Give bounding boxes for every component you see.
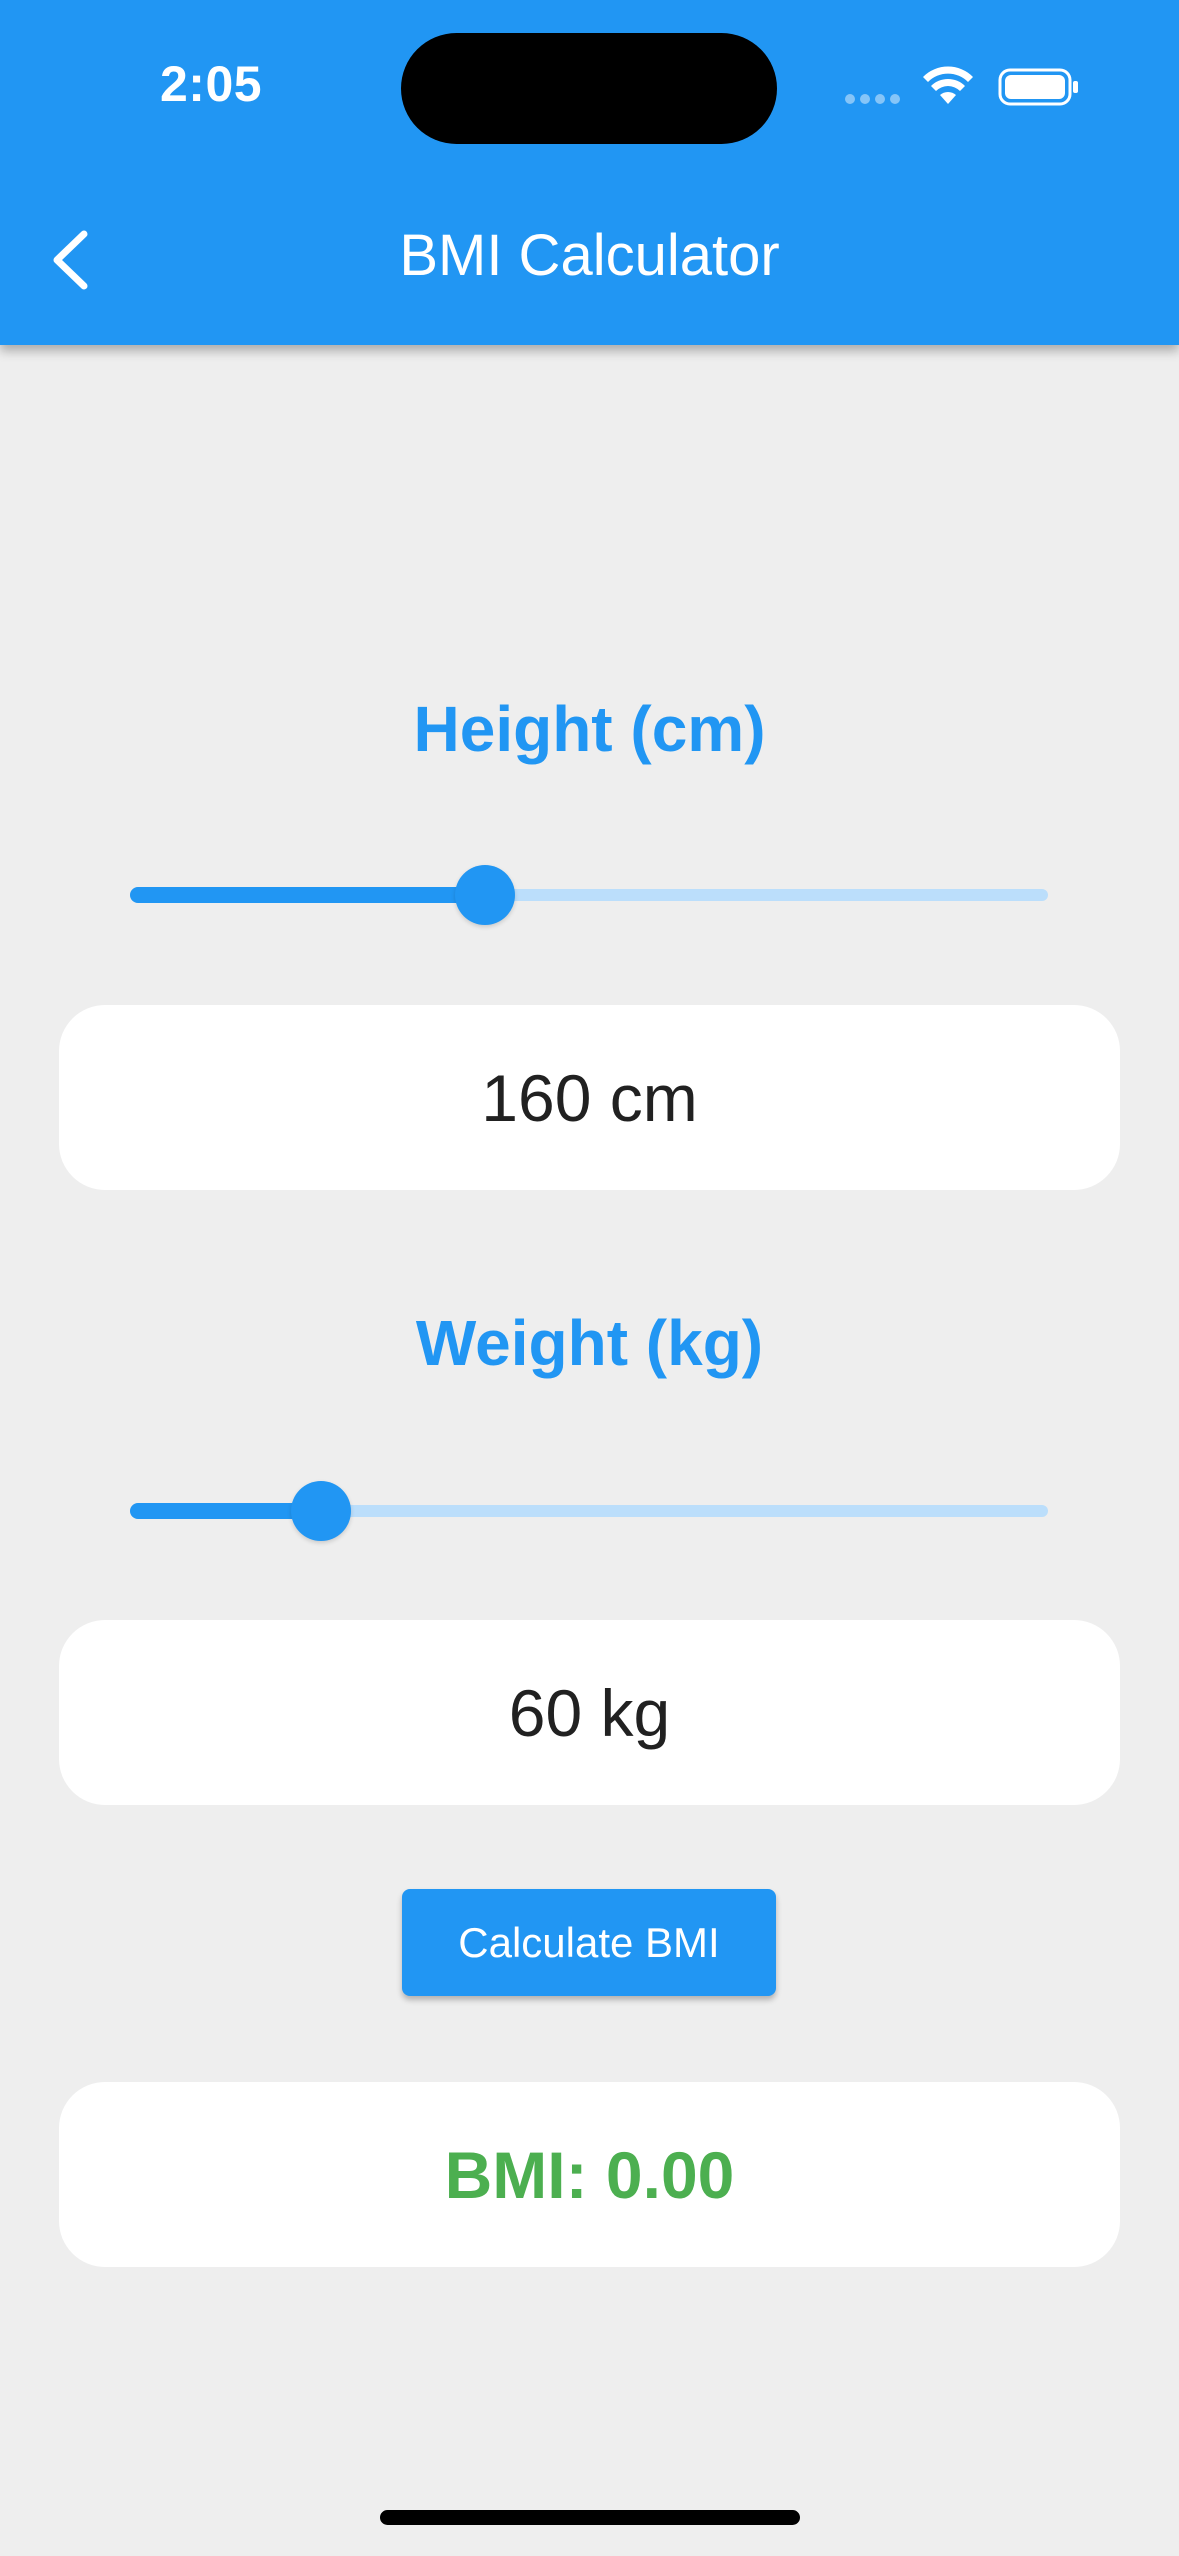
bmi-result: BMI: 0.00 xyxy=(444,2137,735,2212)
page-title: BMI Calculator xyxy=(399,223,780,288)
height-slider[interactable] xyxy=(130,864,1048,925)
app-bar: 2:05 BMI Calculator xyxy=(0,0,1179,345)
weight-value-card: 60 kg xyxy=(59,1620,1120,1805)
wifi-icon xyxy=(923,66,973,104)
calculate-bmi-button[interactable]: Calculate BMI xyxy=(402,1889,776,1996)
cellular-signal-icon xyxy=(845,94,900,104)
height-value-card: 160 cm xyxy=(59,1005,1120,1190)
weight-label: Weight (kg) xyxy=(415,1307,764,1379)
home-indicator xyxy=(380,2510,800,2525)
status-time: 2:05 xyxy=(160,56,263,112)
height-slider-active-track xyxy=(130,887,485,903)
bmi-result-card: BMI: 0.00 xyxy=(59,2082,1120,2267)
dynamic-island xyxy=(401,33,777,144)
weight-slider[interactable] xyxy=(130,1480,1048,1541)
battery-icon xyxy=(998,68,1078,106)
height-slider-thumb[interactable] xyxy=(455,865,515,925)
height-value: 160 cm xyxy=(481,1060,698,1135)
height-label: Height (cm) xyxy=(413,693,766,765)
weight-slider-thumb[interactable] xyxy=(291,1481,351,1541)
weight-value: 60 kg xyxy=(508,1675,671,1750)
